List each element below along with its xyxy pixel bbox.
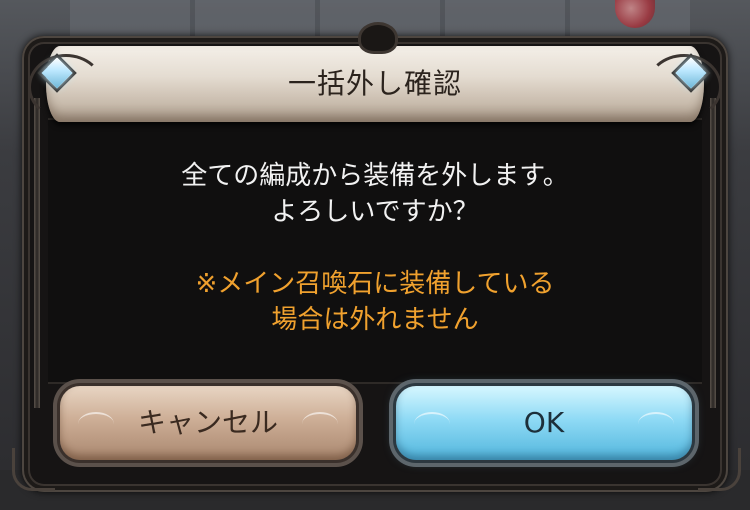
crest-ornament-icon	[358, 22, 398, 54]
button-ornament-icon	[414, 412, 450, 436]
dialog-rail-left	[34, 98, 40, 408]
corner-ornament-right	[698, 448, 741, 491]
unequip-all-confirm-dialog: 一括外し確認 全ての編成から装備を外します。 よろしいですか？ ※メイン召喚石に…	[12, 18, 741, 500]
warning-note: ※メイン召喚石に装備している 場合は外れません	[72, 266, 678, 338]
button-ornament-icon	[78, 412, 114, 436]
confirm-message-line-1: 全ての編成から装備を外します。	[181, 161, 569, 191]
cancel-button-label: キャンセル	[137, 406, 278, 439]
ok-button-label: OK	[523, 406, 565, 439]
corner-ornament-left	[12, 448, 55, 491]
button-ornament-icon	[638, 412, 674, 436]
dialog-rail-right	[710, 98, 716, 408]
cancel-button[interactable]: キャンセル	[60, 386, 356, 460]
dialog-title: 一括外し確認	[287, 67, 462, 100]
confirm-message-line-2: よろしいですか？	[271, 197, 479, 227]
warning-note-line-2: 場合は外れません	[271, 305, 479, 335]
ok-button[interactable]: OK	[396, 386, 692, 460]
button-ornament-icon	[302, 412, 338, 436]
warning-note-line-1: ※メイン召喚石に装備している	[195, 269, 555, 299]
dialog-title-banner: 一括外し確認	[28, 46, 722, 122]
confirm-message: 全ての編成から装備を外します。 よろしいですか？	[72, 158, 678, 230]
